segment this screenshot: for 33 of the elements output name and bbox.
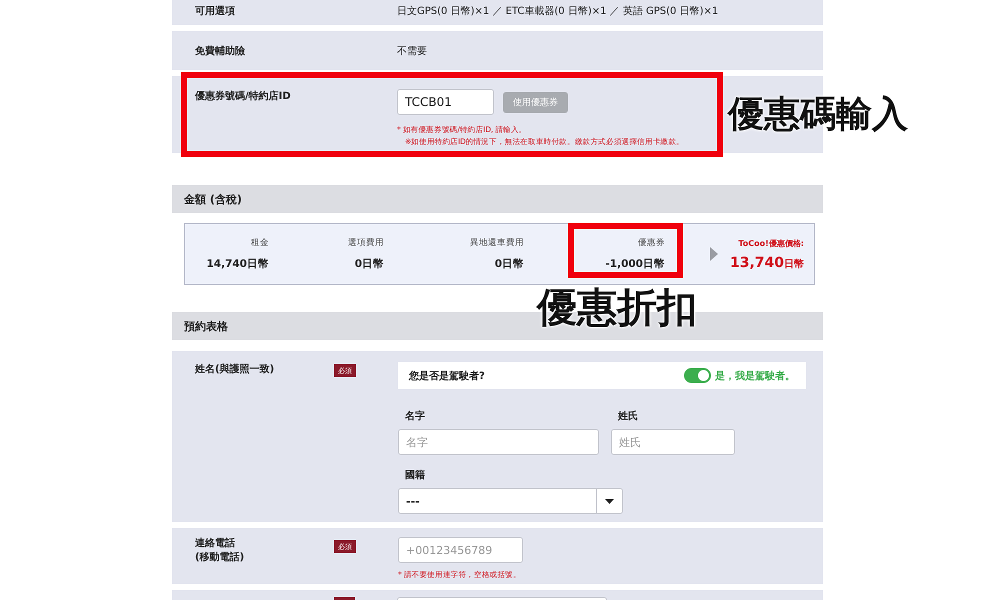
total-label: ToCoo!優惠價格:	[738, 238, 804, 248]
toggle-switch[interactable]	[684, 368, 711, 383]
row-label: 連絡電話	[195, 537, 236, 551]
row-label: 免費輔助險	[195, 44, 246, 58]
row-value: 日文GPS(0 日幣)×1 ／ ETC車載器(0 日幣)×1 ／ 英語 GPS(0 日幣)×1	[397, 4, 718, 18]
field-label: 國籍	[404, 468, 426, 482]
total-price: 13,740日幣	[730, 254, 804, 270]
nationality-dropdown[interactable]: ---	[398, 488, 623, 514]
amount-value: 0日幣	[494, 257, 524, 271]
row-label: 姓名(與護照一致)	[195, 362, 276, 377]
arrow-icon	[710, 247, 718, 261]
field-label: 姓氏	[616, 410, 639, 423]
row-label: 可用選項	[195, 4, 236, 18]
amount-value: 14,740日幣	[206, 257, 269, 271]
amount-value: -1,000日幣	[605, 257, 665, 271]
row-label: (移動電話)	[195, 551, 246, 565]
driver-question: 您是否是駕駛者?	[409, 370, 485, 382]
row-label: 優惠券號碼/特約店ID	[195, 89, 292, 104]
annotation-text: 優惠碼輸入	[728, 93, 908, 137]
toggle-label: 是，我是駕駛者。	[715, 370, 795, 382]
field-label: 名字	[404, 409, 426, 423]
amount-label: 異地還車費用	[470, 237, 524, 249]
last-name-field[interactable]: 姓氏	[611, 429, 735, 455]
amount-label: 選項費用	[348, 237, 384, 249]
amount-value: 0日幣	[354, 257, 384, 271]
first-name-field[interactable]: 名字	[398, 429, 599, 455]
coupon-field[interactable]: TCCB01	[397, 89, 494, 115]
row-value: 不需要	[397, 44, 427, 58]
amount-label: 優惠券	[638, 237, 665, 249]
caret-icon	[605, 498, 614, 504]
amount-label: 租金	[251, 237, 269, 249]
phone-field[interactable]: +00123456789	[398, 537, 523, 563]
section-header: 金額 (含稅)	[172, 185, 823, 213]
